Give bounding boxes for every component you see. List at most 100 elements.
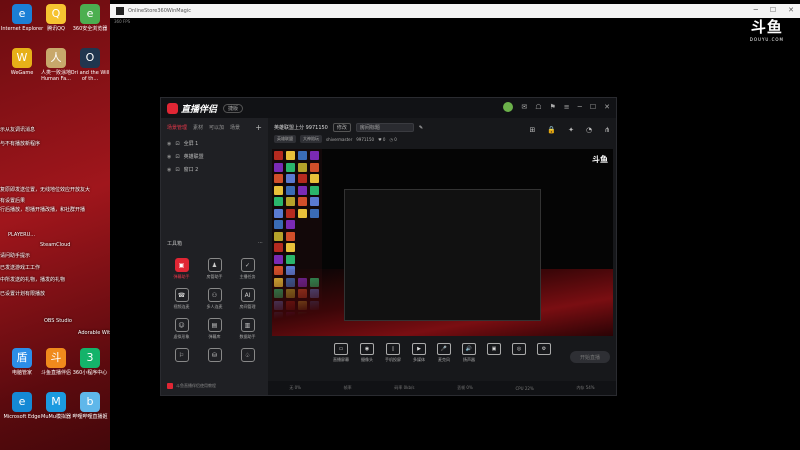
- preview-thumbnail: [298, 185, 307, 195]
- desktop-icon-label: 360小程序中心: [72, 370, 108, 376]
- flag-icon[interactable]: ⚑: [549, 103, 555, 111]
- tool-label: 虚拟形象: [173, 334, 190, 339]
- desktop-icon[interactable]: 3 360小程序中心: [68, 348, 112, 376]
- source-label: 麦克风: [438, 357, 450, 362]
- projector-subtitle: 360 FPS: [114, 19, 131, 24]
- sidebar-tab[interactable]: 场景: [230, 124, 240, 131]
- tool-item[interactable]: ▥ 数据助手: [231, 318, 264, 340]
- app-icon: 3: [80, 348, 100, 368]
- tool-item[interactable]: ✓ 主播任务: [231, 258, 264, 280]
- tutorial-link[interactable]: 斗鱼直播伴侣使用教程: [167, 383, 216, 389]
- more-icon[interactable]: ⋯: [258, 240, 263, 247]
- room-tag: 9971150: [356, 136, 375, 142]
- app-icon: 盾: [12, 348, 32, 368]
- source-icon: ▣: [487, 343, 501, 355]
- desktop-text: OBS Studio: [44, 318, 72, 324]
- message-icon[interactable]: ✉: [521, 103, 527, 111]
- add-scene-icon[interactable]: +: [255, 123, 262, 132]
- preview-thumbnail: [286, 174, 295, 183]
- scene-item[interactable]: ◉ ⊡ 英雄联盟: [161, 150, 268, 163]
- scene-label: 窗口 2: [183, 167, 199, 173]
- source-button[interactable]: ▯ 手机投屏: [385, 343, 401, 373]
- source-button[interactable]: ◉ 摄像头: [360, 343, 374, 373]
- brand-icon: [167, 102, 178, 114]
- tool-label: 视频连麦: [173, 304, 190, 309]
- app-icon: e: [12, 392, 32, 412]
- sidebar-tab[interactable]: 场景管理: [167, 124, 187, 131]
- source-button[interactable]: 🔊 扬声器: [462, 343, 476, 373]
- preview-thumbnail: [274, 185, 283, 195]
- maximize-icon[interactable]: ☐: [590, 103, 596, 111]
- tool-item[interactable]: ☺ 虚拟形象: [165, 318, 198, 340]
- maximize-icon[interactable]: ☐: [770, 6, 776, 14]
- avatar[interactable]: [503, 102, 514, 112]
- app-logo-icon: [116, 7, 124, 15]
- source-icon: ▶: [412, 343, 426, 355]
- tool-item[interactable]: ▤ 弹幕库: [198, 318, 231, 340]
- eye-icon[interactable]: ◉: [167, 167, 171, 173]
- desktop-icon[interactable]: e 360安全浏览器: [68, 4, 112, 32]
- close-icon[interactable]: ✕: [604, 103, 610, 111]
- eye-icon[interactable]: ◉: [167, 154, 171, 160]
- start-live-button[interactable]: 开始直播: [570, 351, 610, 363]
- gift-icon[interactable]: ✦: [568, 126, 574, 134]
- preview-thumbnail: [274, 162, 283, 172]
- lock-icon[interactable]: ⊡: [175, 154, 179, 160]
- tool-item[interactable]: ⚐: [165, 348, 198, 364]
- sidebar-tab[interactable]: 可以加: [209, 124, 224, 131]
- source-label: 摄像头: [361, 357, 373, 362]
- room-title-field[interactable]: 房间标题: [355, 123, 414, 132]
- lock-icon[interactable]: 🔒: [547, 126, 556, 134]
- bell-icon[interactable]: ◔: [586, 126, 592, 134]
- tool-icon: ⚇: [207, 288, 222, 302]
- live-companion-window[interactable]: 直播伴侣 捷版 ✉ ☖ ⚑ ≡ ─ ☐ ✕ 场景管理 素材 可以加 场景 + ◉ ⊡ 全屏 …: [160, 97, 617, 396]
- tool-item[interactable]: ⚇ 多人连麦: [198, 288, 231, 310]
- source-button[interactable]: 🎤 麦克风: [437, 343, 451, 373]
- tool-icon: ☺: [174, 318, 189, 332]
- douyu-logo-text: 斗鱼: [750, 18, 783, 36]
- layout-icon[interactable]: ⊞: [530, 126, 536, 134]
- tool-item[interactable]: ⛁: [198, 348, 231, 364]
- stream-preview[interactable]: 斗鱼: [272, 149, 613, 336]
- scene-item[interactable]: ◉ ⊡ 全屏 1: [161, 137, 268, 150]
- preview-thumbnail: [286, 151, 295, 160]
- edit-room-button[interactable]: 修改: [332, 123, 351, 132]
- close-icon[interactable]: ✕: [788, 6, 794, 14]
- scene-item[interactable]: ◉ ⊡ 窗口 2: [161, 163, 268, 176]
- scene-label: 英雄联盟: [183, 154, 204, 160]
- tool-item[interactable]: ♟ 房管助手: [198, 258, 231, 280]
- menu-icon[interactable]: ≡: [564, 103, 570, 111]
- share-icon[interactable]: ⋔: [604, 126, 610, 134]
- room-tag[interactable]: 英雄联盟: [274, 135, 296, 143]
- tool-item[interactable]: ▣ 弹幕助手: [165, 258, 198, 280]
- source-button[interactable]: ⚙: [537, 343, 551, 373]
- source-icon: ◎: [512, 343, 526, 355]
- tool-item[interactable]: ♤: [231, 348, 264, 364]
- projector-titlebar[interactable]: OnlineStore360WinMagic ─ ☐ ✕: [110, 4, 800, 18]
- app-titlebar[interactable]: 直播伴侣 捷版 ✉ ☖ ⚑ ≡ ─ ☐ ✕: [161, 98, 616, 118]
- preview-thumbnail: [274, 197, 283, 206]
- desktop-icon-label: Ori and the Will of th...: [70, 70, 110, 82]
- tool-item[interactable]: ☎ 视频连麦: [165, 288, 198, 310]
- skin-icon[interactable]: ☖: [535, 103, 541, 111]
- lock-icon[interactable]: ⊡: [175, 141, 179, 147]
- lock-icon[interactable]: ⊡: [175, 167, 179, 173]
- source-button[interactable]: ▶ 多媒体: [412, 343, 426, 373]
- edit-icon[interactable]: ✎: [419, 125, 423, 131]
- desktop-text: 示从友调讯消息: [0, 127, 36, 133]
- minimize-icon[interactable]: ─: [754, 6, 758, 14]
- sidebar-tab[interactable]: 素材: [193, 124, 203, 131]
- desktop-icon[interactable]: O Ori and the Will of th...: [68, 48, 112, 82]
- minimize-icon[interactable]: ─: [578, 103, 582, 111]
- preview-thumbnail: [298, 197, 307, 206]
- source-button[interactable]: ▭ 直播屏幕: [333, 343, 349, 373]
- source-button[interactable]: ▣: [487, 343, 501, 373]
- tool-item[interactable]: AI 房间管理: [231, 288, 264, 310]
- room-tag[interactable]: 大神陪玩: [300, 135, 322, 143]
- app-icon: Q: [46, 4, 66, 24]
- eye-icon[interactable]: ◉: [167, 141, 171, 147]
- version-badge[interactable]: 捷版: [223, 103, 244, 113]
- source-button[interactable]: ◎: [512, 343, 526, 373]
- toolbox-header: 工具箱 ⋯: [167, 240, 263, 247]
- desktop-text: 复原即发送位置，无线地位效应开放友大: [0, 187, 91, 193]
